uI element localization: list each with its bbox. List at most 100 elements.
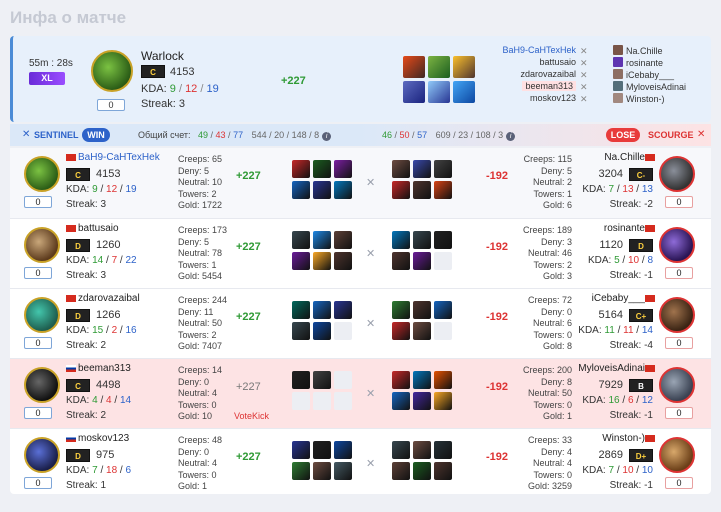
player-name[interactable]: zdarovazaibal [78,293,162,304]
item-icon[interactable] [453,81,475,103]
item-icon[interactable] [434,371,452,389]
item-icon[interactable] [434,462,452,480]
item-icon[interactable] [413,181,431,199]
item-icon[interactable] [392,231,410,249]
item-icon[interactable] [313,441,331,459]
item-icon[interactable] [413,252,431,270]
item-icon[interactable] [392,441,410,459]
item-icon[interactable] [434,392,452,410]
item-icon[interactable] [292,181,310,199]
player-link[interactable]: Na.Chille [626,46,663,56]
mmr-value: 975 [96,449,115,461]
player-link[interactable]: beeman313 [522,81,576,91]
item-icon[interactable] [292,252,310,270]
item-icon[interactable] [434,301,452,319]
item-icon[interactable] [413,441,431,459]
hero-avatar[interactable] [659,297,695,333]
item-icon[interactable] [313,160,331,178]
player-name[interactable]: Na.Chille [604,152,645,163]
player-name[interactable]: MyloveisAdinai [578,363,645,374]
item-icon[interactable] [392,181,410,199]
item-icon[interactable] [413,322,431,340]
empty-item-slot [334,392,352,410]
mmr-value: 1120 [599,239,623,251]
item-icon[interactable] [413,160,431,178]
hero-avatar[interactable] [24,437,60,473]
hero-avatar[interactable] [24,297,60,333]
item-icon[interactable] [413,462,431,480]
hero-icon [613,57,623,67]
item-icon[interactable] [292,301,310,319]
item-icon[interactable] [313,252,331,270]
item-icon[interactable] [392,322,410,340]
player-link[interactable]: iCebaby___ [626,70,674,80]
item-icon[interactable] [413,392,431,410]
item-icon[interactable] [292,462,310,480]
item-icon[interactable] [428,56,450,78]
item-icon[interactable] [392,301,410,319]
player-link[interactable]: MyloveisAdinai [626,82,686,92]
item-icon[interactable] [334,181,352,199]
item-icon[interactable] [392,462,410,480]
item-icon[interactable] [413,301,431,319]
hero-avatar[interactable] [24,367,60,403]
item-icon[interactable] [428,81,450,103]
item-icon[interactable] [334,160,352,178]
player-name[interactable]: rosinante [604,223,645,234]
item-icon[interactable] [313,322,331,340]
item-icon[interactable] [313,231,331,249]
player-link[interactable]: battusaio [539,57,576,67]
player-name[interactable]: Winston-) [602,433,645,444]
player-link[interactable]: moskov123 [530,93,576,103]
item-icon[interactable] [313,301,331,319]
item-icon[interactable] [392,392,410,410]
item-icon[interactable] [292,231,310,249]
item-icon[interactable] [334,462,352,480]
item-icon[interactable] [453,56,475,78]
item-icon[interactable] [292,441,310,459]
player-link[interactable]: BaH9-CaHTexHek [502,45,576,55]
hero-avatar[interactable] [659,156,695,192]
votekick-label: VoteKick [234,411,270,421]
hero-avatar[interactable] [659,367,695,403]
player-link[interactable]: zdarovazaibal [520,69,576,79]
hero-avatar[interactable] [659,437,695,473]
item-icon[interactable] [334,231,352,249]
item-icon[interactable] [313,462,331,480]
player-name[interactable]: iCebaby___ [592,293,645,304]
item-icon[interactable] [434,181,452,199]
player-name[interactable]: moskov123 [78,433,162,444]
item-icon[interactable] [313,371,331,389]
hero-avatar[interactable] [91,50,133,92]
item-icon[interactable] [413,371,431,389]
player-name[interactable]: BaH9-CaHTexHek [78,152,162,163]
item-icon[interactable] [434,441,452,459]
item-icon[interactable] [413,231,431,249]
item-icon[interactable] [292,160,310,178]
item-icon[interactable] [313,181,331,199]
player-name[interactable]: beeman313 [78,363,162,374]
item-icon[interactable] [403,56,425,78]
item-icon[interactable] [392,160,410,178]
item-icon[interactable] [334,301,352,319]
item-icon[interactable] [403,81,425,103]
mmr-delta: +227 [281,75,306,87]
item-icon[interactable] [334,252,352,270]
item-icon[interactable] [292,371,310,389]
mmr-delta: -192 [486,381,509,393]
flag-icon [645,435,655,442]
mmr-value: 4498 [96,379,121,391]
hero-avatar[interactable] [24,156,60,192]
item-icon[interactable] [292,322,310,340]
hero-avatar[interactable] [24,227,60,263]
player-link[interactable]: rosinante [626,58,663,68]
item-icon[interactable] [434,160,452,178]
item-icon[interactable] [434,231,452,249]
player-name[interactable]: battusaio [78,223,162,234]
player-link[interactable]: Winston-) [626,94,665,104]
item-icon[interactable] [392,371,410,389]
item-icon[interactable] [392,252,410,270]
player-stats: Creeps: 14 Deny: 0 Neutral: 4 Towers: 0 Gold… [178,365,223,421]
hero-avatar[interactable] [659,227,695,263]
item-icon[interactable] [334,441,352,459]
